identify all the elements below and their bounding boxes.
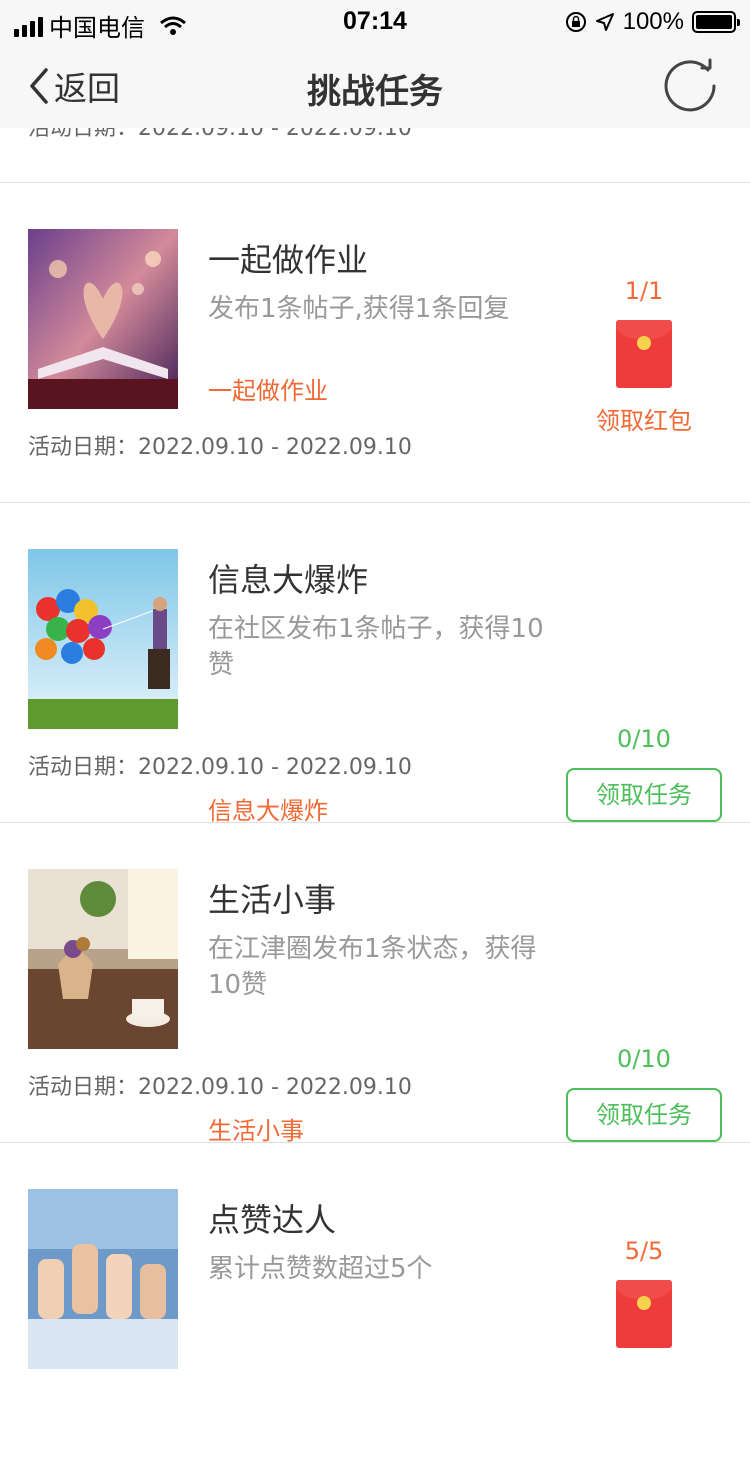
task-tag[interactable]: 一起做作业: [208, 371, 328, 406]
claim-red-envelope-button[interactable]: 领取红包: [566, 401, 722, 436]
task-thumbnail: [28, 229, 178, 409]
task-title: 信息大爆炸: [208, 561, 369, 599]
task-card[interactable]: 信息大爆炸 在社区发布1条帖子，获得10赞 信息大爆炸 活动日期：2022.09…: [0, 503, 750, 826]
task-description: 在江津圈发布1条状态，获得10赞: [208, 934, 537, 1000]
location-icon: [595, 13, 614, 31]
task-card[interactable]: 生活小事 在江津圈发布1条状态，获得10赞 生活小事 活动日期：2022.09.…: [0, 823, 750, 1146]
orientation-lock-icon: [565, 12, 586, 32]
claim-task-button[interactable]: 领取任务: [566, 1088, 722, 1142]
status-bar: 中国电信 07:14 100%: [0, 0, 750, 42]
task-date: 活动日期：2022.09.10 - 2022.09.10: [28, 435, 412, 460]
chevron-left-icon: [30, 68, 48, 104]
task-progress: 1/1: [624, 277, 664, 305]
battery-percent: 100%: [622, 8, 684, 35]
task-thumbnail: [28, 869, 178, 1049]
task-title: 一起做作业: [208, 241, 369, 279]
task-title: 生活小事: [208, 881, 337, 919]
task-progress: 5/5: [624, 1237, 664, 1265]
red-envelope-icon: [616, 1280, 672, 1348]
back-button[interactable]: 返回: [28, 62, 120, 110]
nav-bar: 返回 挑战任务: [0, 42, 750, 128]
task-progress: 0/10: [617, 1045, 671, 1073]
red-envelope-icon: [616, 320, 672, 388]
status-right: 100%: [565, 8, 740, 36]
back-label: 返回: [54, 69, 120, 108]
task-date: 活动日期：2022.09.10 - 2022.09.10: [28, 1075, 412, 1100]
task-thumbnail: [28, 549, 178, 729]
task-title: 点赞达人: [208, 1201, 337, 1239]
task-tag[interactable]: 生活小事: [208, 1111, 304, 1146]
task-date: 活动日期：2022.09.10 - 2022.09.10: [28, 755, 412, 780]
task-tag[interactable]: 信息大爆炸: [208, 791, 328, 826]
battery-icon: [692, 11, 740, 33]
task-card[interactable]: 一起做作业 发布1条帖子,获得1条回复 一起做作业 活动日期：2022.09.1…: [0, 183, 750, 503]
claim-task-button[interactable]: 领取任务: [566, 768, 722, 822]
task-description: 累计点赞数超过5个: [208, 1254, 433, 1284]
task-progress: 0/10: [617, 725, 671, 753]
refresh-icon[interactable]: [662, 56, 720, 114]
task-card[interactable]: 点赞达人 累计点赞数超过5个 5/5: [0, 1143, 750, 1463]
task-description: 发布1条帖子,获得1条回复: [208, 294, 510, 324]
task-thumbnail: [28, 1189, 178, 1369]
task-description: 在社区发布1条帖子，获得10赞: [208, 614, 544, 680]
